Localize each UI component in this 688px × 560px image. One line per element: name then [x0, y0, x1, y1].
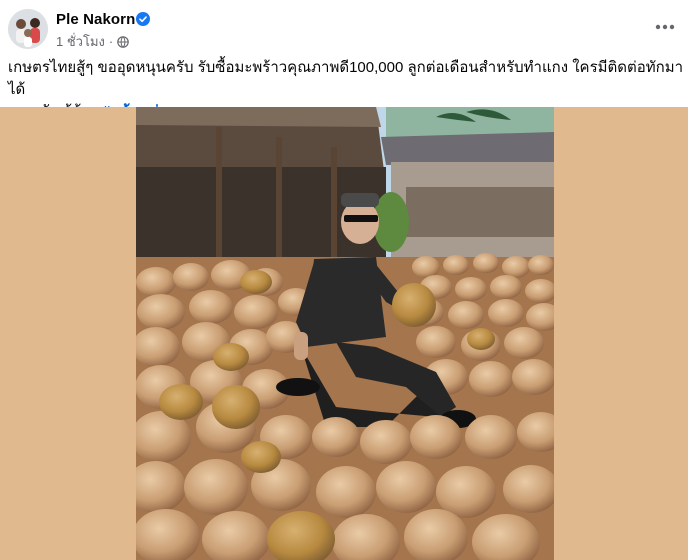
avatar-image: [8, 9, 48, 49]
meta-separator: ·: [108, 34, 114, 49]
post-header: Ple Nakorn 1 ชั่วโมง ·: [0, 0, 688, 56]
post-photo[interactable]: [136, 107, 554, 560]
verified-badge-icon: [136, 12, 150, 26]
avatar[interactable]: [8, 9, 48, 49]
post-media[interactable]: [0, 107, 688, 560]
globe-icon[interactable]: [117, 35, 130, 48]
post-text-line-1: เกษตรไทยสู้ๆ ขออุดหนุนครับ รับซื้อมะพร้า…: [8, 59, 684, 98]
photo-image: [136, 107, 554, 560]
post-timestamp[interactable]: 1 ชั่วโมง: [56, 31, 105, 52]
post-meta: 1 ชั่วโมง ·: [56, 31, 130, 52]
more-horizontal-icon: [655, 24, 675, 30]
author-name[interactable]: Ple Nakorn: [56, 11, 135, 28]
more-options-button[interactable]: [648, 10, 682, 44]
